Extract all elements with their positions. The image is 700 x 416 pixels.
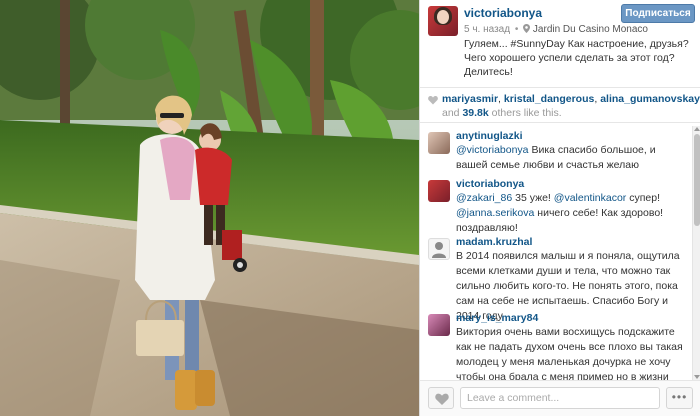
comment-input[interactable]: [460, 387, 660, 409]
comments-list[interactable]: anytinuglazki @victoriabonya Вика спасиб…: [420, 126, 692, 380]
comments-scrollbar[interactable]: [692, 126, 700, 380]
comment-mention[interactable]: @valentinkacor: [554, 192, 627, 204]
likers-list: mariyasmir, kristal_dangerous, alina_gum…: [442, 93, 700, 105]
commenter-avatar[interactable]: [428, 314, 450, 336]
likes-others-text: others like this.: [491, 107, 562, 119]
comment-body: супер!: [626, 192, 661, 204]
scrollbar-thumb[interactable]: [694, 134, 700, 226]
meta-separator: •: [514, 24, 519, 35]
follow-button[interactable]: Подписаться: [621, 4, 695, 23]
owner-username[interactable]: victoriabonya: [464, 6, 542, 20]
commenter-avatar[interactable]: [428, 180, 450, 202]
comment-footer: •••: [420, 380, 700, 416]
comment-mention[interactable]: @zakari_86: [456, 192, 512, 204]
post-details-panel: victoriabonya Подписаться 5 ч. назад • J…: [419, 0, 700, 416]
liker-1[interactable]: mariyasmir: [442, 93, 498, 105]
comment-text: Виктория очень вами восхищусь подскажите…: [456, 326, 683, 380]
likes-section: mariyasmir, kristal_dangerous, alina_gum…: [420, 89, 700, 123]
photo-illustration: [0, 0, 419, 416]
comment-mention[interactable]: @janna.serikova: [456, 207, 534, 219]
scroll-up-arrow[interactable]: [694, 127, 700, 131]
heart-icon: [435, 393, 449, 405]
comment-username[interactable]: mary_is_mary84: [456, 312, 538, 324]
likes-count[interactable]: 39.8k: [462, 107, 488, 119]
comment-body: 35 уже!: [512, 192, 554, 204]
post-photo[interactable]: [0, 0, 419, 416]
likes-and-word: and: [442, 107, 460, 119]
comment-text: @zakari_86 35 уже! @valentinkacor супер!…: [456, 191, 688, 236]
commenter-avatar[interactable]: [428, 238, 450, 260]
commenter-avatar[interactable]: [428, 132, 450, 154]
post-header: victoriabonya Подписаться 5 ч. назад • J…: [420, 0, 700, 88]
more-icon[interactable]: •••: [666, 387, 693, 409]
post-meta: 5 ч. назад • Jardin Du Casino Monaco: [464, 24, 648, 35]
comment-mention[interactable]: @victoriabonya: [456, 144, 529, 156]
heart-icon: [428, 95, 438, 105]
comment-username[interactable]: madam.kruzhal: [456, 236, 532, 248]
location-pin-icon: [523, 24, 533, 35]
comment-text: @victoriabonya Вика спасибо большое, и в…: [456, 143, 688, 173]
liker-3[interactable]: alina_gumanovskaya25: [600, 93, 700, 105]
user-silhouette-icon: [432, 242, 446, 258]
like-button[interactable]: [428, 387, 454, 409]
comment-username[interactable]: anytinuglazki: [456, 130, 523, 142]
scroll-down-arrow[interactable]: [694, 375, 700, 379]
post-time[interactable]: 5 ч. назад: [464, 24, 510, 35]
owner-avatar[interactable]: [428, 6, 458, 36]
post-location[interactable]: Jardin Du Casino Monaco: [533, 24, 648, 35]
likes-count-line: and 39.8k others like this.: [442, 107, 562, 119]
liker-2[interactable]: kristal_dangerous: [504, 93, 594, 105]
post-caption: Гуляем... #SunnyDay Как настроение, друз…: [464, 38, 689, 78]
comment-username[interactable]: victoriabonya: [456, 178, 524, 190]
